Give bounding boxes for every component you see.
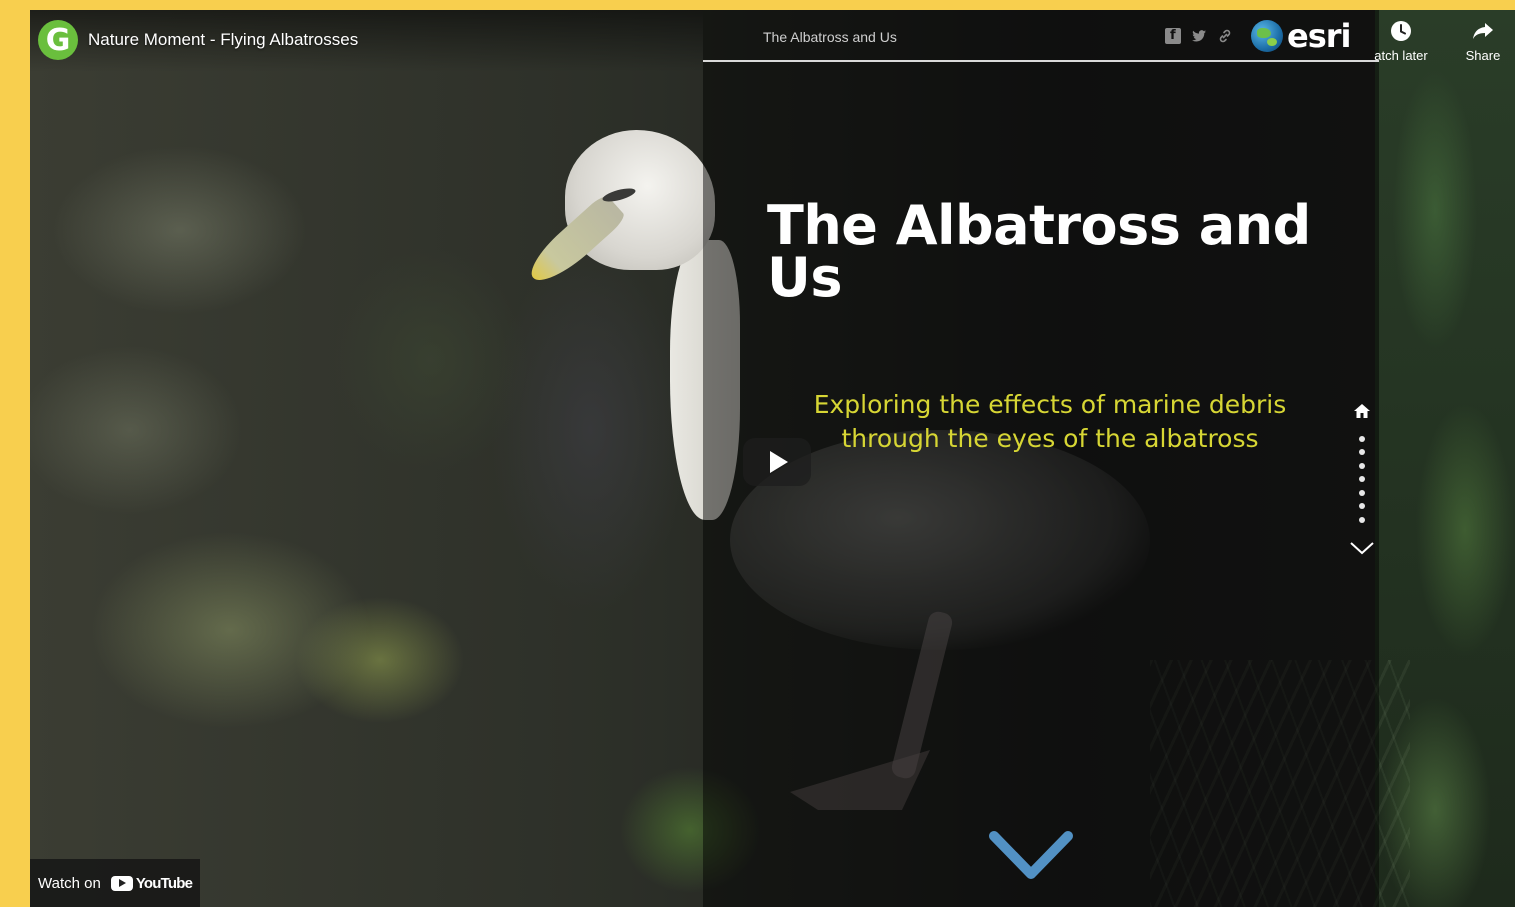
share-arrow-icon	[1473, 23, 1493, 39]
facebook-icon[interactable]	[1165, 28, 1181, 44]
nav-dot[interactable]	[1359, 449, 1365, 455]
youtube-play-icon	[110, 875, 133, 891]
nav-dot[interactable]	[1359, 476, 1365, 482]
video-title[interactable]: Nature Moment - Flying Albatrosses	[88, 30, 358, 50]
story-header-title[interactable]: The Albatross and Us	[763, 29, 897, 45]
watch-later-label: atch later	[1374, 48, 1428, 63]
story-header: The Albatross and Us esri	[703, 10, 1379, 62]
channel-avatar[interactable]: G	[38, 20, 78, 60]
globe-icon	[1251, 20, 1283, 52]
embedded-video[interactable]: G Nature Moment - Flying Albatrosses The…	[30, 10, 1515, 907]
nav-dot[interactable]	[1359, 489, 1365, 496]
share-button[interactable]: Share	[1448, 20, 1515, 63]
scroll-down-chevron-icon[interactable]	[988, 828, 1074, 884]
story-subtitle: Exploring the effects of marine debris t…	[813, 390, 1287, 453]
watch-on-youtube-button[interactable]: Watch on YouTube	[30, 859, 200, 907]
story-title: The Albatross and Us	[767, 194, 1311, 309]
youtube-logo-text: YouTube	[135, 874, 193, 892]
side-navigation	[1350, 402, 1374, 556]
nav-dots	[1359, 428, 1365, 530]
link-icon[interactable]	[1217, 28, 1233, 44]
watch-on-label: Watch on	[38, 874, 101, 892]
nav-dot[interactable]	[1359, 503, 1365, 509]
esri-logo[interactable]: esri	[1251, 20, 1351, 52]
share-icons	[1165, 28, 1233, 44]
play-button[interactable]	[743, 438, 811, 486]
nav-dot[interactable]	[1359, 462, 1365, 469]
share-label: Share	[1465, 48, 1501, 63]
chevron-down-icon[interactable]	[1349, 540, 1375, 556]
nav-dot[interactable]	[1359, 516, 1365, 523]
watch-later-button[interactable]: atch later	[1366, 20, 1436, 63]
home-icon[interactable]	[1353, 402, 1371, 420]
clock-icon	[1391, 21, 1411, 41]
esri-brand-text: esri	[1287, 17, 1351, 55]
youtube-header: G Nature Moment - Flying Albatrosses	[30, 10, 703, 72]
youtube-logo: YouTube	[110, 874, 193, 892]
twitter-icon[interactable]	[1191, 28, 1207, 44]
nav-dot[interactable]	[1359, 435, 1365, 442]
